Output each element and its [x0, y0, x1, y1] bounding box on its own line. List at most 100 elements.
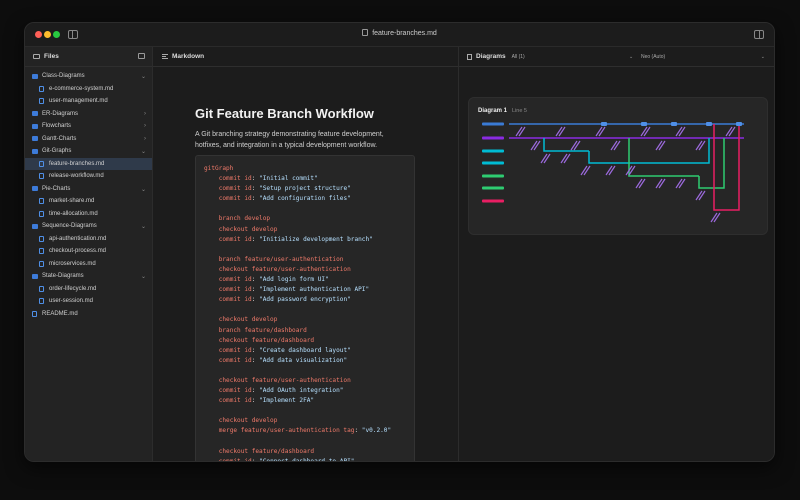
file-item-user-session-md[interactable]: user-session.md [25, 295, 152, 308]
folder-item-pie-charts[interactable]: Pie-Charts ⌄ [25, 183, 152, 196]
code-token: "Add login form UI" [259, 276, 329, 284]
folder-item-flowcharts[interactable]: Flowcharts › [25, 120, 152, 133]
branch-label [482, 149, 504, 153]
chevron-down-icon[interactable]: ⌄ [141, 186, 146, 193]
filter-chevron-icon[interactable]: ⌄ [629, 54, 633, 60]
file-item-readme-md[interactable]: README.md [25, 308, 152, 321]
commit-label-mark [628, 165, 636, 176]
commit-node [736, 122, 742, 126]
commit-label-mark [583, 165, 591, 176]
branch-label [482, 136, 504, 140]
inspector-toggle-icon[interactable] [754, 30, 764, 39]
tree-item-label: api-authentication.md [49, 235, 107, 242]
folder-icon [32, 223, 38, 229]
file-item-market-share-md[interactable]: market-share.md [25, 195, 152, 208]
chevron-right-icon[interactable]: › [144, 136, 146, 142]
theme-select[interactable]: Neo (Auto) [641, 54, 665, 60]
folder-item-git-graphs[interactable]: Git-Graphs ⌄ [25, 145, 152, 158]
theme-chevron-icon[interactable]: ⌄ [761, 54, 765, 60]
tree-item-label: user-management.md [49, 98, 108, 105]
chevron-down-icon[interactable]: ⌄ [141, 148, 146, 155]
file-item-order-lifecycle-md[interactable]: order-lifecycle.md [25, 283, 152, 296]
code-token: commit id [218, 185, 252, 193]
folder-icon [32, 111, 38, 117]
branch-line-feature-auth [543, 138, 589, 152]
new-file-icon[interactable] [138, 53, 145, 59]
commit-label-mark [540, 153, 548, 164]
file-icon [39, 85, 44, 92]
code-token: branch feature/user-authentication [218, 255, 344, 263]
folder-item-sequence-diagrams[interactable]: Sequence-Diagrams ⌄ [25, 220, 152, 233]
tree-item-label: order-lifecycle.md [49, 285, 97, 292]
commit-label-mark [543, 153, 551, 164]
code-line: checkout develop [204, 416, 406, 426]
diagrams-title: Diagrams [476, 53, 506, 60]
code-token: : [251, 175, 260, 183]
tree-item-label: release-workflow.md [49, 173, 104, 180]
code-line: merge feature/user-authentication tag: "… [204, 426, 406, 436]
commit-label-mark [595, 126, 603, 137]
folder-icon [32, 73, 38, 79]
markdown-icon [162, 54, 168, 59]
code-line: commit id: "Create dashboard layout" [204, 346, 406, 356]
commit-label-mark [533, 140, 541, 151]
code-token: "Initial commit" [259, 175, 318, 183]
file-item-user-management-md[interactable]: user-management.md [25, 95, 152, 108]
file-item-feature-branches-md[interactable]: feature-branches.md [25, 157, 152, 170]
chevron-down-icon[interactable]: ⌄ [141, 223, 146, 230]
code-token: "Add OAuth integration" [259, 387, 344, 395]
file-item-time-allocation-md[interactable]: time-allocation.md [25, 208, 152, 221]
commit-label-mark [698, 190, 706, 201]
code-token: commit id [218, 286, 252, 294]
code-token: : [251, 286, 260, 294]
code-token: "Create dashboard layout" [259, 346, 351, 354]
folder-icon [33, 54, 40, 59]
code-line: checkout feature/dashboard [204, 447, 406, 457]
tree-item-label: README.md [42, 310, 78, 317]
file-item-api-authentication-md[interactable]: api-authentication.md [25, 233, 152, 246]
chevron-right-icon[interactable]: › [144, 123, 146, 129]
commit-label-mark [655, 140, 663, 151]
title-bar: feature-branches.md [25, 23, 774, 47]
folder-item-gantt-charts[interactable]: Gantt-Charts › [25, 133, 152, 146]
code-line: checkout feature/dashboard [204, 336, 406, 346]
tree-item-label: feature-branches.md [49, 160, 105, 167]
file-icon [32, 310, 37, 317]
folder-item-state-diagrams[interactable]: State-Diagrams ⌄ [25, 270, 152, 283]
file-item-e-commerce-system-md[interactable]: e-commerce-system.md [25, 83, 152, 96]
commit-label-mark [678, 178, 686, 189]
code-token: merge feature/user-authentication tag [218, 427, 355, 435]
app-window: feature-branches.md Files Class-Diagrams… [24, 22, 775, 462]
chevron-down-icon[interactable]: ⌄ [141, 273, 146, 280]
folder-item-er-diagrams[interactable]: ER-Diagrams › [25, 108, 152, 121]
commit-label-mark [558, 126, 566, 137]
tree-item-label: Sequence-Diagrams [42, 223, 97, 230]
chevron-down-icon[interactable]: ⌄ [141, 73, 146, 80]
file-icon [39, 285, 44, 292]
chevron-right-icon[interactable]: › [144, 111, 146, 117]
file-icon [39, 210, 44, 217]
diagram-filter-select[interactable]: All (1) [512, 54, 525, 60]
code-token: checkout feature/dashboard [218, 447, 315, 455]
branch-label [482, 122, 504, 126]
code-token: commit id [218, 276, 252, 284]
file-item-checkout-process-md[interactable]: checkout-process.md [25, 245, 152, 258]
code-token: "Add data visualization" [259, 356, 348, 364]
diagram-card[interactable]: Diagram 1 Line 5 [468, 97, 768, 235]
file-tree: Class-Diagrams ⌄ e-commerce-system.md user-… [25, 67, 152, 320]
code-line: checkout develop [204, 225, 406, 235]
diagrams-header: Diagrams All (1) ⌄ Neo (Auto) ⌄ [459, 47, 774, 67]
file-item-microservices-md[interactable]: microservices.md [25, 258, 152, 271]
branch-line-feature-auth-2 [588, 138, 710, 164]
code-line: commit id: "Add login form UI" [204, 275, 406, 285]
code-token: "Add password encryption" [259, 296, 351, 304]
code-token: "Implement 2FA" [259, 397, 315, 405]
code-line: checkout develop [204, 315, 406, 325]
code-block[interactable]: gitGraph commit id: "Initial commit" com… [195, 155, 415, 461]
file-item-release-workflow-md[interactable]: release-workflow.md [25, 170, 152, 183]
folder-item-class-diagrams[interactable]: Class-Diagrams ⌄ [25, 70, 152, 83]
